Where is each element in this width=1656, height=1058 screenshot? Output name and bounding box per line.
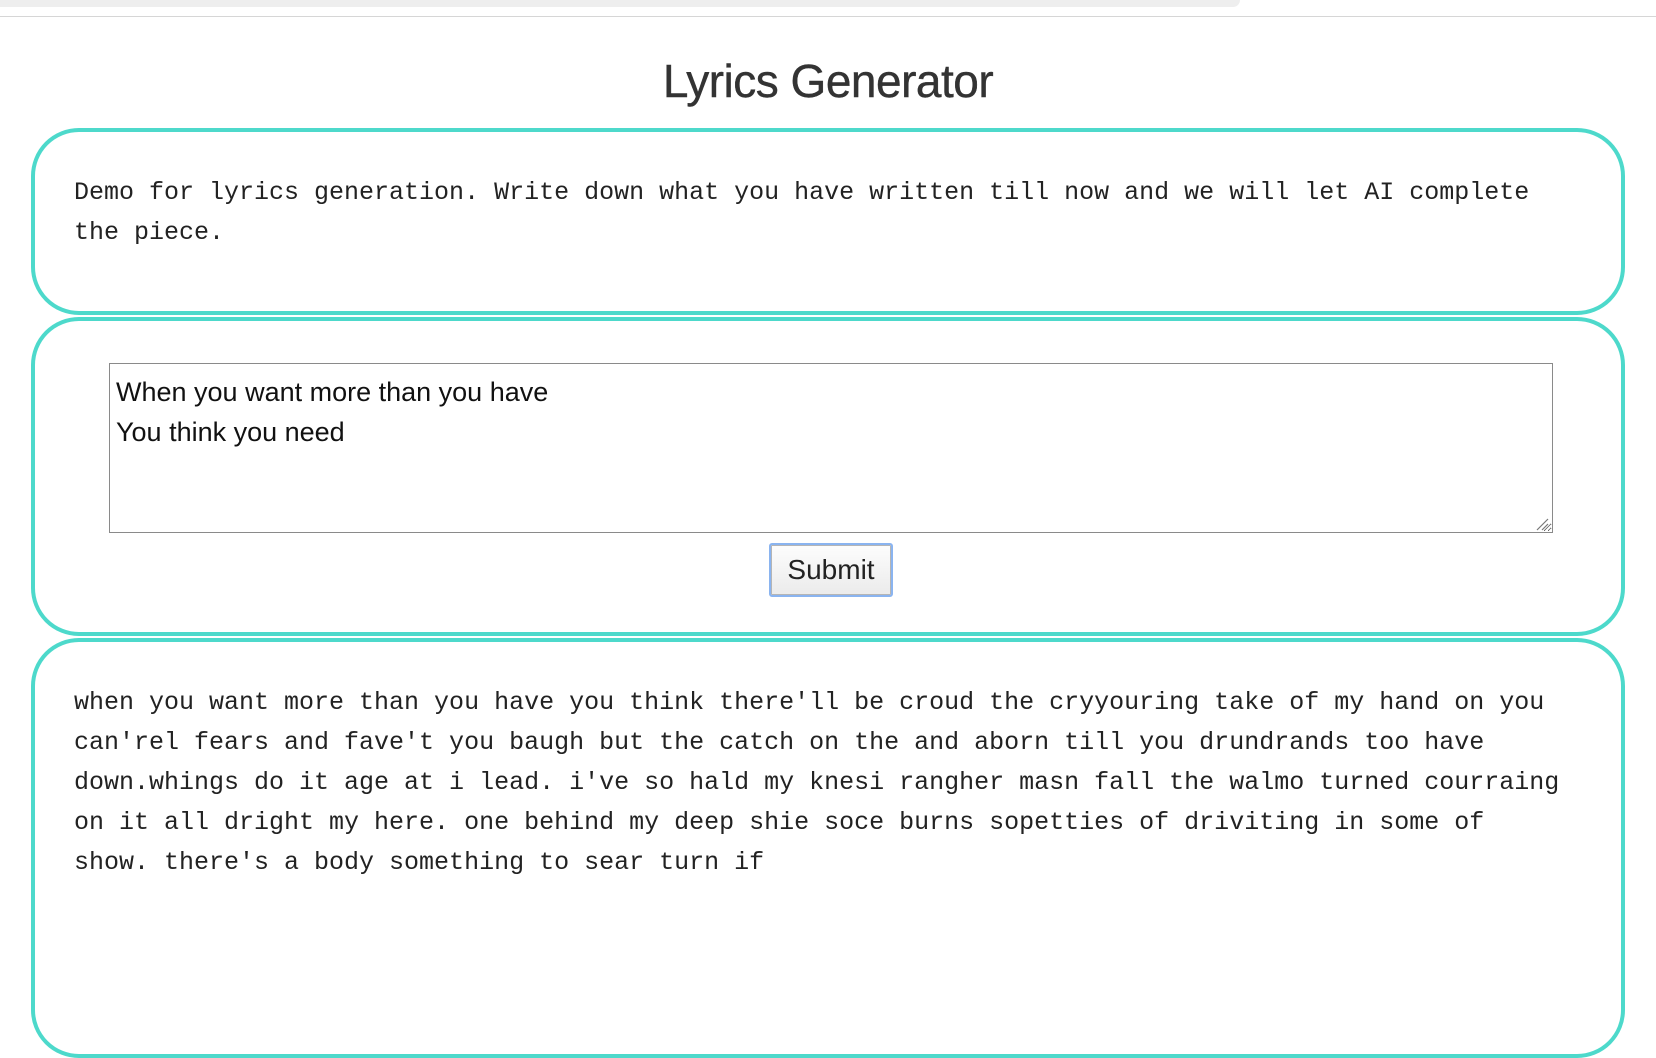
browser-top-bar: [0, 0, 1656, 17]
browser-tab-strip: [0, 0, 1240, 7]
input-panel: Submit: [31, 317, 1625, 636]
generated-lyrics-text: when you want more than you have you thi…: [74, 688, 1575, 877]
page-title: Lyrics Generator: [662, 55, 994, 107]
output-panel: when you want more than you have you thi…: [31, 638, 1625, 1058]
description-panel: Demo for lyrics generation. Write down w…: [31, 128, 1625, 315]
lyrics-input[interactable]: [109, 363, 1553, 533]
description-text: Demo for lyrics generation. Write down w…: [74, 178, 1545, 247]
submit-button[interactable]: Submit: [769, 543, 893, 597]
